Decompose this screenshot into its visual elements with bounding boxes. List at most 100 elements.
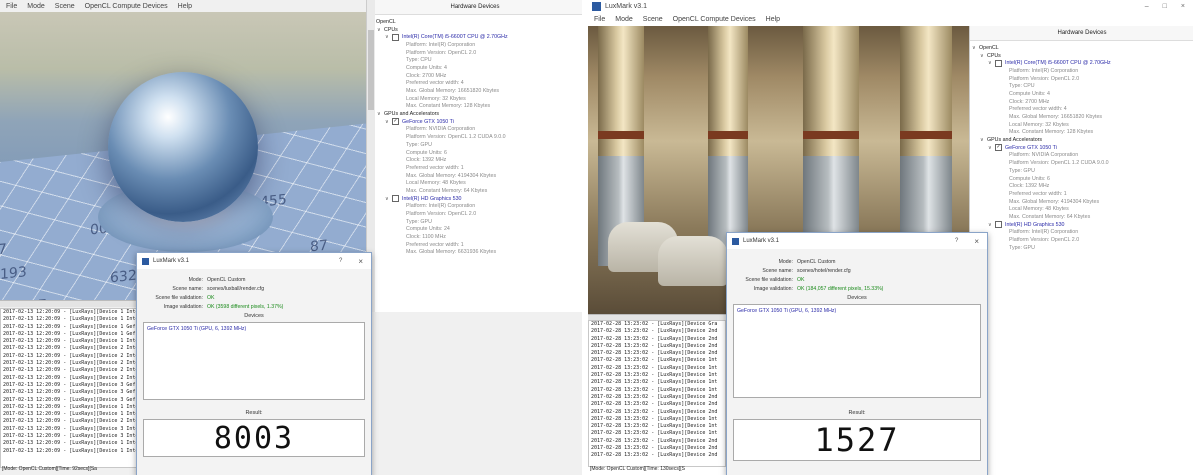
chevron-down-icon[interactable]: ∨ xyxy=(988,145,995,151)
menu-item-file[interactable]: File xyxy=(6,3,17,10)
device-checkbox[interactable]: ✓ xyxy=(392,118,399,126)
tree-node-cpus[interactable]: ∨ CPUs xyxy=(369,26,582,34)
image-validation-label: Image validation: xyxy=(163,303,203,310)
chevron-down-icon[interactable]: ∨ xyxy=(988,60,995,66)
chevron-down-icon[interactable]: ∨ xyxy=(377,27,384,33)
device-property: Type: CPU xyxy=(369,56,582,64)
tree-node-gpus[interactable]: ∨ GPUs and Accelerators xyxy=(369,110,582,118)
device-property: Max. Global Memory: 4194304 Kbytes xyxy=(369,172,582,180)
hardware-devices-header: Hardware Devices xyxy=(367,0,582,15)
tree-node-cpu-device[interactable]: ∨ Intel(R) Core(TM) i5-6600T CPU @ 2.70GH… xyxy=(972,59,1193,67)
device-checkbox[interactable] xyxy=(995,221,1002,229)
menu-item-help[interactable]: Help xyxy=(178,3,192,10)
log-line: 2017-02-13 12:20:09 - [LuxRays][Device 2… xyxy=(3,345,142,352)
menu-item-help[interactable]: Help xyxy=(766,16,780,23)
device-property: Compute Units: 4 xyxy=(972,90,1193,98)
log-line: 2017-02-28 13:23:02 - [LuxRays][Device 1… xyxy=(591,423,718,430)
chevron-down-icon[interactable]: ∨ xyxy=(385,34,392,40)
device-property: Platform Version: OpenCL 2.0 xyxy=(369,49,582,57)
device-property-label: Clock: 2700 MHz xyxy=(1009,98,1050,105)
log-line: 2017-02-13 12:20:09 - [LuxRays][Device 2… xyxy=(3,367,142,374)
scene-name-value: scenes/hotel/render.cfg xyxy=(797,267,851,274)
help-button[interactable]: ? xyxy=(955,238,958,244)
floor-tile-number: 632 xyxy=(110,267,137,287)
chevron-down-icon[interactable]: ∨ xyxy=(988,222,995,228)
menu-item-mode[interactable]: Mode xyxy=(27,3,45,10)
device-property: Local Memory: 32 Kbytes xyxy=(972,121,1193,129)
device-property-label: Platform: NVIDIA Corporation xyxy=(1009,152,1079,159)
device-checkbox[interactable] xyxy=(392,33,399,41)
help-button[interactable]: ? xyxy=(339,258,342,264)
menu-item-mode[interactable]: Mode xyxy=(615,16,633,23)
menu-item-opencl-compute-devices[interactable]: OpenCL Compute Devices xyxy=(673,16,756,23)
tree-node-gpu-device-label: GeForce GTX 1050 Ti xyxy=(1005,144,1057,151)
log-line: 2017-02-13 12:20:09 - [LuxRays][Device 1… xyxy=(3,330,136,337)
dialog-title: LuxMark v3.1 xyxy=(743,238,780,244)
minimize-button[interactable]: – xyxy=(1145,3,1149,10)
device-property: Max. Constant Memory: 64 Kbytes xyxy=(369,187,582,195)
tree-node-gpu-device[interactable]: ∨ ✓ GeForce GTX 1050 Ti xyxy=(369,118,582,126)
devices-list[interactable]: GeForce GTX 1050 Ti (GPU, 6, 1392 MHz) xyxy=(733,304,981,398)
chevron-down-icon[interactable]: ∨ xyxy=(972,45,979,51)
device-checkbox[interactable] xyxy=(995,59,1002,67)
log-line: 2017-02-13 12:20:09 - [LuxRays][Device 2… xyxy=(3,360,142,367)
tree-scrollbar-thumb[interactable] xyxy=(368,30,374,110)
device-property: Compute Units: 6 xyxy=(972,175,1193,183)
tree-node-igpu-device[interactable]: ∨ Intel(R) HD Graphics 530 xyxy=(972,221,1193,229)
menu-item-opencl-compute-devices[interactable]: OpenCL Compute Devices xyxy=(85,3,168,10)
tree-node-igpu-device[interactable]: ∨ Intel(R) HD Graphics 530 xyxy=(369,195,582,203)
device-property: Clock: 2700 MHz xyxy=(972,98,1193,106)
log-line: 2017-02-28 13:23:02 - [LuxRays][Device 2… xyxy=(591,335,718,342)
log-line: 2017-02-28 13:23:02 - [LuxRays][Device 2… xyxy=(591,408,718,415)
devices-list[interactable]: GeForce GTX 1050 Ti (GPU, 6, 1392 MHz) xyxy=(143,322,365,400)
log-line: 2017-02-13 12:20:09 - [LuxRays][Device 2… xyxy=(3,374,142,381)
device-property: Type: GPU xyxy=(369,141,582,149)
chevron-down-icon[interactable]: ∨ xyxy=(377,111,384,117)
chevron-down-icon[interactable]: ∨ xyxy=(385,196,392,202)
luxmark-icon xyxy=(142,257,149,265)
close-button[interactable]: × xyxy=(974,237,979,246)
chevron-down-icon[interactable]: ∨ xyxy=(980,53,987,59)
status-bar: [Mode: OpenCL Custom][Time: 130secs][S xyxy=(590,466,685,472)
tree-node-opencl[interactable]: ∨OpenCL xyxy=(369,18,582,26)
device-property: Platform: Intel(R) Corporation xyxy=(972,229,1193,237)
hardware-devices-header: Hardware Devices xyxy=(970,26,1193,41)
device-property: Preferred vector width: 4 xyxy=(369,80,582,88)
tree-node-gpu-device[interactable]: ∨ ✓ GeForce GTX 1050 Ti xyxy=(972,144,1193,152)
log-line: 2017-02-13 12:20:09 - [LuxRays][Device 3… xyxy=(3,425,142,432)
device-property-label: Preferred vector width: 1 xyxy=(406,241,464,248)
device-property: Max. Constant Memory: 128 Kbytes xyxy=(369,103,582,111)
device-property: Compute Units: 6 xyxy=(369,149,582,157)
log-line: 2017-02-28 13:23:02 - [LuxRays][Device 2… xyxy=(591,328,718,335)
device-property: Platform Version: OpenCL 1.2 CUDA 9.0.0 xyxy=(972,159,1193,167)
tree-node-cpus-label: CPUs xyxy=(384,26,398,33)
tree-node-cpus[interactable]: ∨ CPUs xyxy=(972,52,1193,60)
log-line: 2017-02-13 12:20:09 - [LuxRays][Device 1… xyxy=(3,323,136,330)
close-button[interactable]: × xyxy=(358,257,363,266)
chevron-down-icon[interactable]: ∨ xyxy=(385,119,392,125)
device-entry: GeForce GTX 1050 Ti (GPU, 6, 1392 MHz) xyxy=(737,308,837,314)
hardware-devices-panel: Hardware Devices ∨OpenCL∨CPUs∨Intel(R) C… xyxy=(366,0,582,312)
device-property-label: Max. Constant Memory: 128 Kbytes xyxy=(406,103,491,110)
device-property-label: Clock: 2700 MHz xyxy=(406,72,447,79)
result-box: 1527 xyxy=(733,419,981,461)
device-property-label: Platform Version: OpenCL 1.2 CUDA 9.0.0 xyxy=(406,134,506,141)
pillar xyxy=(900,26,952,266)
chevron-down-icon[interactable]: ∨ xyxy=(980,137,987,143)
log-line: 2017-02-28 13:23:02 - [LuxRays][Device 2… xyxy=(591,452,718,459)
maximize-button[interactable]: □ xyxy=(1163,3,1167,10)
tree-node-igpu-device-label: Intel(R) HD Graphics 530 xyxy=(1005,221,1065,228)
tree-node-cpu-device[interactable]: ∨ Intel(R) Core(TM) i5-6600T CPU @ 2.70GH… xyxy=(369,33,582,41)
device-checkbox[interactable]: ✓ xyxy=(995,144,1002,152)
device-checkbox[interactable] xyxy=(392,195,399,203)
window-close-button[interactable]: × xyxy=(1181,3,1185,10)
tree-node-gpus[interactable]: ∨ GPUs and Accelerators xyxy=(972,136,1193,144)
device-property: Platform: NVIDIA Corporation xyxy=(369,126,582,134)
menu-item-scene[interactable]: Scene xyxy=(643,16,663,23)
device-property-label: Local Memory: 32 Kbytes xyxy=(1009,121,1069,128)
tree-node-opencl[interactable]: ∨OpenCL xyxy=(972,44,1193,52)
menu-item-file[interactable]: File xyxy=(594,16,605,23)
log-line: 2017-02-28 13:23:02 - [LuxRays][Device 1… xyxy=(591,364,718,371)
menu-item-scene[interactable]: Scene xyxy=(55,3,75,10)
device-property: Compute Units: 4 xyxy=(369,64,582,72)
